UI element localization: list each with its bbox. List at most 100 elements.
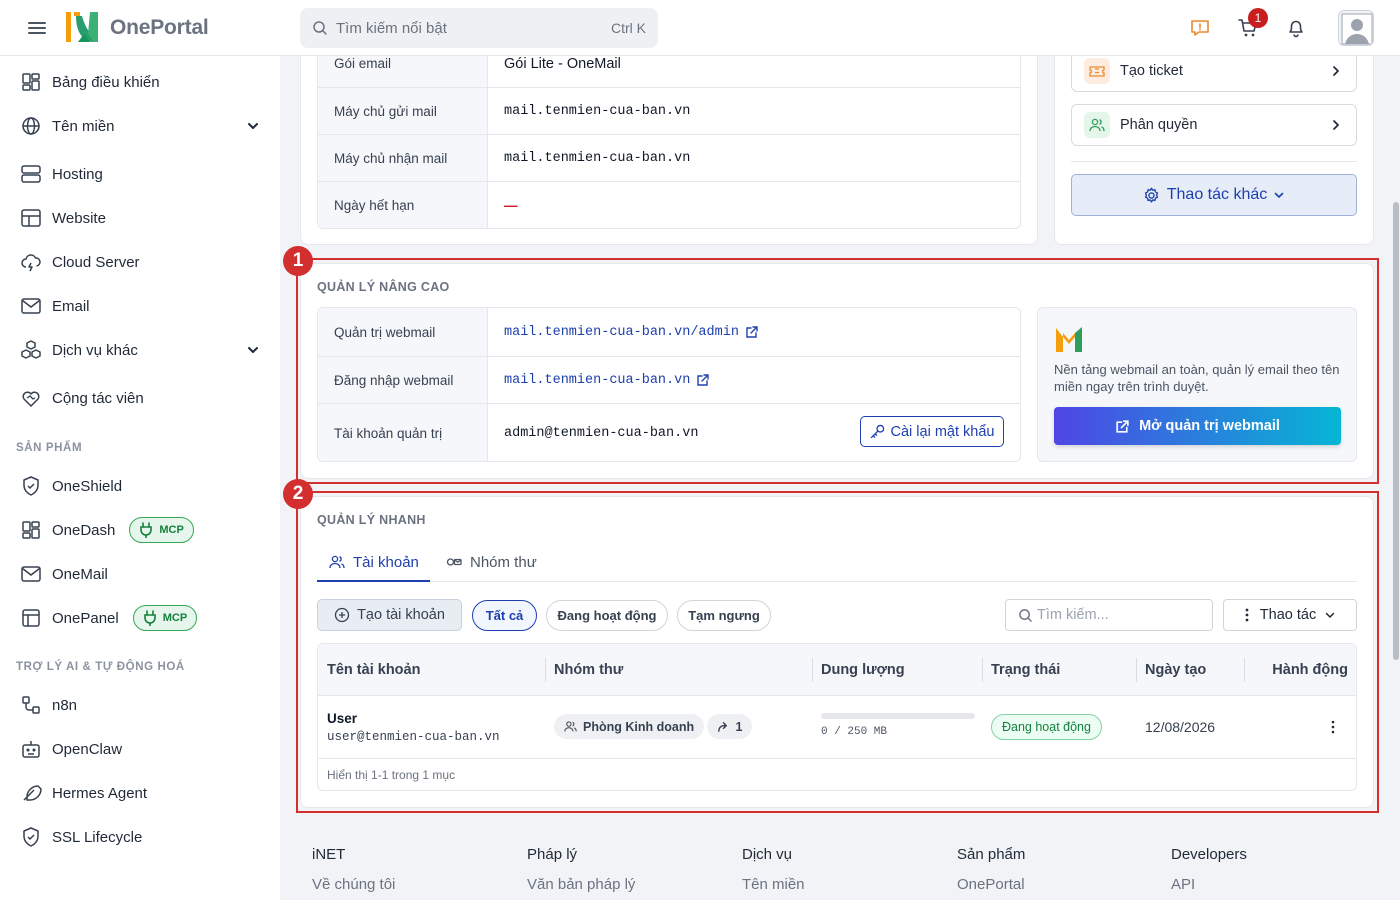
column-header-actions: Hành động: [1272, 662, 1348, 678]
tab-label: Nhóm thư: [470, 553, 537, 571]
info-key: Máy chủ gửi mail: [318, 88, 488, 134]
logo[interactable]: OnePortal: [64, 10, 209, 46]
sidebar-item-label: Website: [52, 209, 106, 227]
scrollbar-track[interactable]: [1392, 56, 1400, 900]
create-ticket-button[interactable]: Tạo ticket: [1071, 50, 1357, 92]
sidebar-item-label: Cộng tác viên: [52, 389, 144, 407]
chevron-right-icon: [1333, 120, 1339, 130]
shield-check-icon: [23, 827, 39, 847]
footer-link-oneportal[interactable]: OnePortal: [957, 876, 1025, 893]
row-actions-kebab-icon[interactable]: [1330, 720, 1336, 734]
webmail-admin-row: Quản trị webmail mail.tenmien-cua-ban.vn…: [318, 308, 1020, 356]
column-divider: [1136, 658, 1137, 682]
mcp-badge: MCP: [129, 517, 194, 543]
sidebar-item-domain[interactable]: Tên miền: [0, 106, 280, 146]
permissions-button[interactable]: Phân quyền: [1071, 104, 1357, 146]
footer-link-api[interactable]: API: [1171, 876, 1195, 893]
bot-icon: [22, 741, 40, 758]
global-search[interactable]: Tìm kiếm nổi bật Ctrl K: [300, 8, 658, 48]
workflow-icon: [22, 696, 40, 714]
sidebar-item-hosting[interactable]: Hosting: [0, 154, 280, 194]
sidebar-item-email[interactable]: Email: [0, 286, 280, 326]
footer-link-domain[interactable]: Tên miền: [742, 876, 805, 893]
onemail-logo-icon: [1056, 327, 1082, 352]
section-label-products: SẢN PHẨM: [16, 442, 83, 454]
sidebar-item-label: Tên miền: [52, 117, 115, 135]
sidebar-item-other-services[interactable]: Dịch vụ khác: [0, 330, 280, 370]
group-chip[interactable]: Phòng Kinh doanh: [554, 714, 705, 739]
ticket-icon: [1089, 66, 1105, 77]
footer-link-legal-docs[interactable]: Văn bản pháp lý: [527, 876, 635, 893]
sidebar-item-onedash[interactable]: OneDash MCP: [0, 510, 280, 550]
cloud-icon: [21, 254, 41, 272]
webmail-login-link[interactable]: mail.tenmien-cua-ban.vn: [504, 357, 710, 403]
website-icon: [21, 209, 41, 227]
sidebar-item-onepanel[interactable]: OnePanel MCP: [0, 598, 280, 638]
forward-chip[interactable]: 1: [707, 714, 752, 739]
sidebar-item-openclaw[interactable]: OpenClaw: [0, 729, 280, 769]
mcp-badge-label: MCP: [162, 612, 188, 624]
sidebar-item-hermes-agent[interactable]: Hermes Agent: [0, 773, 280, 813]
external-link-icon: [1116, 419, 1129, 433]
sidebar-item-n8n[interactable]: n8n: [0, 685, 280, 725]
kebab-icon: [1245, 608, 1249, 622]
create-account-button[interactable]: Tạo tài khoản: [317, 599, 462, 631]
sidebar-item-label: OnePanel: [52, 609, 119, 627]
reset-password-button[interactable]: Cài lại mật khẩu: [860, 416, 1004, 447]
open-webmail-label: Mở quản trị webmail: [1139, 418, 1280, 434]
webmail-admin-link[interactable]: mail.tenmien-cua-ban.vn/admin: [504, 308, 759, 356]
link-text: mail.tenmien-cua-ban.vn/admin: [504, 324, 739, 340]
search-shortcut: Ctrl K: [611, 20, 646, 36]
sidebar-item-affiliate[interactable]: Cộng tác viên: [0, 378, 280, 418]
open-webmail-button[interactable]: Mở quản trị webmail: [1054, 407, 1341, 445]
annotation-number-2: 2: [283, 479, 313, 509]
dashboard-icon: [22, 73, 40, 91]
chevron-down-icon: [248, 123, 258, 129]
column-header-created: Ngày tạo: [1145, 662, 1207, 678]
tab-mail-groups[interactable]: Nhóm thư: [446, 544, 546, 580]
footer-title-developers: Developers: [1171, 846, 1247, 863]
search-placeholder: Tìm kiếm nổi bật: [336, 19, 447, 37]
sidebar-item-label: Dịch vụ khác: [52, 341, 138, 359]
menu-icon[interactable]: [28, 19, 46, 37]
more-actions-button[interactable]: Thao tác khác: [1071, 174, 1357, 216]
search-placeholder: Tìm kiếm...: [1037, 607, 1109, 623]
account-search-input[interactable]: Tìm kiếm...: [1005, 599, 1213, 631]
server-icon: [21, 165, 41, 183]
sidebar-item-onemail[interactable]: OneMail: [0, 554, 280, 594]
mail-icon: [21, 298, 41, 314]
sidebar-item-ssl-lifecycle[interactable]: SSL Lifecycle: [0, 817, 280, 857]
column-header-group: Nhóm thư: [554, 662, 624, 678]
sidebar-item-label: Email: [52, 297, 90, 315]
sidebar-item-label: OneMail: [52, 565, 108, 583]
sidebar: Bảng điều khiển Tên miền Hosting Website…: [0, 56, 280, 900]
chevron-down-icon: [1274, 192, 1284, 198]
sidebar-item-dashboard[interactable]: Bảng điều khiển: [0, 62, 280, 102]
filter-all[interactable]: Tất cả: [472, 600, 537, 631]
sidebar-item-cloud-server[interactable]: Cloud Server: [0, 242, 280, 282]
logo-text: OnePortal: [110, 16, 209, 39]
external-link-icon: [697, 374, 710, 386]
filter-suspended[interactable]: Tạm ngưng: [677, 600, 771, 631]
logo-mark-icon: [66, 12, 98, 42]
bell-icon[interactable]: [1286, 18, 1306, 38]
pagination-info: Hiển thị 1-1 trong 1 mục: [327, 768, 456, 782]
bulk-action-label: Thao tác: [1259, 607, 1317, 623]
sidebar-item-label: Cloud Server: [52, 253, 140, 271]
dashboard-icon: [22, 521, 40, 539]
info-row: Máy chủ nhận mail mail.tenmien-cua-ban.v…: [318, 134, 1020, 181]
bulk-action-dropdown[interactable]: Thao tác: [1223, 599, 1357, 631]
sidebar-item-website[interactable]: Website: [0, 198, 280, 238]
avatar[interactable]: [1338, 10, 1374, 46]
tab-accounts[interactable]: Tài khoản: [317, 544, 430, 582]
sidebar-item-label: Hosting: [52, 165, 103, 183]
scrollbar-thumb[interactable]: [1393, 202, 1399, 660]
sidebar-item-label: OpenClaw: [52, 740, 123, 758]
feedback-icon[interactable]: [1190, 18, 1210, 38]
column-divider: [1244, 658, 1245, 682]
info-row: Ngày hết hạn —: [318, 181, 1020, 228]
filter-active[interactable]: Đang hoạt động: [546, 600, 668, 631]
footer-link-about[interactable]: Về chúng tôi: [312, 876, 395, 893]
link-text: mail.tenmien-cua-ban.vn: [504, 372, 691, 388]
sidebar-item-oneshield[interactable]: OneShield: [0, 466, 280, 506]
